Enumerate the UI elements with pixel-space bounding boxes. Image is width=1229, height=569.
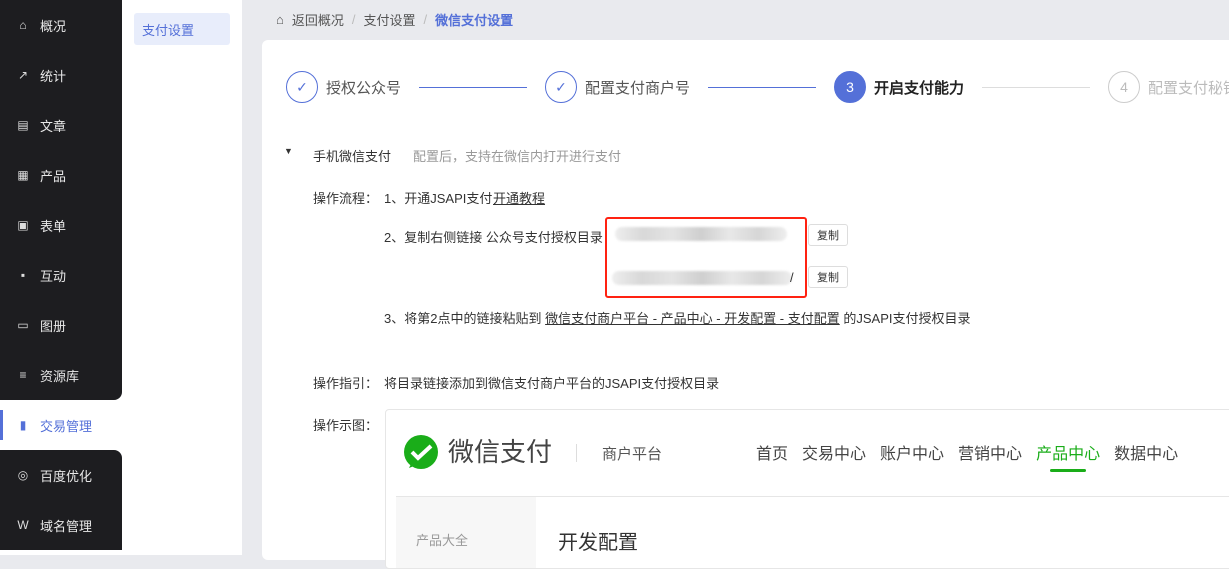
sidebar-item[interactable]: ↗ 统计 bbox=[0, 50, 122, 100]
section-title: 手机微信支付 bbox=[313, 149, 392, 164]
sidebar-item-label: 文章 bbox=[40, 118, 67, 134]
sidebar-item-label: 互动 bbox=[40, 268, 67, 284]
stepper: ✓ 授权公众号 ✓ 配置支付商户号 3 开启支付能力 4 配置支付秘钥 bbox=[286, 71, 1229, 103]
guide-text: 将目录链接添加到微信支付商户平台的JSAPI支付授权目录 bbox=[384, 376, 720, 391]
step-4-label: 配置支付秘钥 bbox=[1148, 79, 1229, 97]
sidebar-item[interactable]: ≡ 资源库 bbox=[0, 350, 122, 400]
wechat-pay-logo-icon bbox=[404, 435, 438, 469]
nav-account: 账户中心 bbox=[880, 446, 945, 463]
tutorial-link[interactable]: 开通教程 bbox=[493, 188, 545, 207]
flow-step-3-suffix: 的JSAPI支付授权目录 bbox=[843, 311, 971, 326]
sidebar-item[interactable]: W 域名管理 bbox=[0, 500, 122, 550]
sidebar-item-label: 百度优化 bbox=[40, 468, 93, 484]
flow-step-3-prefix: 3、将第2点中的链接粘贴到 bbox=[384, 311, 542, 326]
step-3-label: 开启支付能力 bbox=[874, 79, 965, 97]
sidebar-item[interactable]: ▪ 互动 bbox=[0, 250, 122, 300]
sidebar-item[interactable]: ▣ 表单 bbox=[0, 200, 122, 250]
submenu: 支付设置 bbox=[122, 0, 242, 555]
step-connector bbox=[982, 86, 1091, 88]
nav-trade: 交易中心 bbox=[802, 446, 867, 463]
sidebar-item-label: 概况 bbox=[40, 18, 67, 34]
example-screenshot: 微信支付 商户平台 首页 交易中心 账户中心 营销中心 产品中心 数据中心 产品… bbox=[385, 409, 1229, 569]
article-icon: ▤ bbox=[17, 118, 29, 132]
breadcrumb-separator: / bbox=[351, 12, 356, 27]
sidebar-item-label: 统计 bbox=[40, 68, 67, 84]
copy-button-2[interactable]: 复制 bbox=[808, 266, 848, 288]
section-desc: 配置后，支持在微信内打开进行支付 bbox=[413, 149, 622, 164]
example-nav: 首页 交易中心 账户中心 营销中心 产品中心 数据中心 bbox=[756, 440, 1179, 472]
flow-step-2: 2、复制右侧链接 公众号支付授权目录 bbox=[384, 230, 603, 245]
nav-data: 数据中心 bbox=[1114, 446, 1179, 463]
sidebar-item[interactable]: ⌂ 概况 bbox=[0, 0, 122, 50]
step-3-number: 3 bbox=[834, 71, 867, 103]
step-connector bbox=[419, 86, 528, 88]
merchant-platform-link[interactable]: 微信支付商户平台 - 产品中心 - 开发配置 - 支付配置 bbox=[545, 311, 840, 326]
step-connector bbox=[708, 86, 817, 88]
sidebar-item-label: 交易管理 bbox=[40, 418, 93, 434]
step-1-label: 授权公众号 bbox=[326, 79, 402, 97]
example-left-menu: 产品大全 bbox=[396, 497, 536, 568]
gallery-icon: ▭ bbox=[17, 318, 29, 332]
sidebar-item-label: 产品 bbox=[40, 168, 67, 184]
sidebar-item-label: 域名管理 bbox=[40, 518, 93, 534]
flow-step-1: 1、开通JSAPI支付 bbox=[384, 191, 493, 206]
example-heading: 开发配置 bbox=[558, 532, 638, 554]
content-card: ✓ 授权公众号 ✓ 配置支付商户号 3 开启支付能力 4 配置支付秘钥 ▼ 手机… bbox=[262, 40, 1229, 569]
breadcrumb-parent[interactable]: 支付设置 bbox=[364, 10, 416, 29]
example-label: 操作示图： bbox=[313, 418, 379, 433]
nav-home: 首页 bbox=[756, 446, 789, 463]
highlight-box bbox=[605, 217, 807, 298]
left-item: 产品大全 bbox=[416, 533, 469, 548]
breadcrumb-current: 微信支付设置 bbox=[435, 13, 514, 28]
domain-icon: W bbox=[17, 518, 29, 532]
nav-product: 产品中心 bbox=[1036, 440, 1100, 472]
guide-label: 操作指引： bbox=[313, 376, 379, 391]
divider bbox=[576, 444, 577, 462]
step-2-check-icon: ✓ bbox=[545, 71, 578, 103]
baidu-icon: ◎ bbox=[17, 468, 29, 482]
step-2-label: 配置支付商户号 bbox=[585, 79, 691, 97]
breadcrumb: ⌂ 返回概况 / 支付设置 / 微信支付设置 bbox=[276, 10, 513, 29]
platform-name: 商户平台 bbox=[602, 446, 663, 463]
sidebar-item[interactable]: ▮ 交易管理 bbox=[0, 400, 122, 450]
step-1-check-icon: ✓ bbox=[286, 71, 318, 103]
step-4-number: 4 bbox=[1108, 71, 1141, 103]
flow-label: 操作流程： bbox=[313, 191, 379, 206]
grid-icon: ▦ bbox=[17, 168, 29, 182]
sidebar-item[interactable]: ▦ 产品 bbox=[0, 150, 122, 200]
home-icon: ⌂ bbox=[19, 18, 27, 32]
sidebar-item-label: 表单 bbox=[40, 218, 67, 234]
copy-button-1[interactable]: 复制 bbox=[808, 224, 848, 246]
sidebar-item[interactable]: ▤ 文章 bbox=[0, 100, 122, 150]
home-icon: ⌂ bbox=[276, 12, 284, 27]
nav-marketing: 营销中心 bbox=[958, 446, 1023, 463]
caret-down-icon[interactable]: ▼ bbox=[284, 146, 293, 156]
brand-name: 微信支付 bbox=[448, 437, 553, 467]
submenu-item-pay-settings[interactable]: 支付设置 bbox=[134, 13, 230, 45]
sidebar-item-label: 资源库 bbox=[40, 368, 80, 384]
clipboard-icon: ▮ bbox=[19, 418, 27, 432]
database-icon: ≡ bbox=[19, 368, 27, 382]
sidebar-item[interactable]: ◎ 百度优化 bbox=[0, 450, 122, 500]
flow-step-3: 3、将第2点中的链接粘贴到 微信支付商户平台 - 产品中心 - 开发配置 - 支… bbox=[384, 308, 971, 327]
breadcrumb-separator: / bbox=[423, 12, 428, 27]
chart-icon: ↗ bbox=[17, 68, 29, 82]
sidebar-item-label: 图册 bbox=[40, 318, 67, 334]
sidebar-item[interactable]: ▭ 图册 bbox=[0, 300, 122, 350]
form-icon: ▣ bbox=[17, 218, 29, 232]
sidebar: ⌂ 概况 ↗ 统计 ▤ 文章 ▦ 产品 ▣ 表单 ▪ 互动 ▭ 图册 ≡ 资源库 ▮ 交易管理 ◎ 百度优化 W 域名管理 bbox=[0, 0, 122, 555]
chat-icon: ▪ bbox=[20, 268, 26, 282]
breadcrumb-home[interactable]: 返回概况 bbox=[292, 10, 344, 29]
